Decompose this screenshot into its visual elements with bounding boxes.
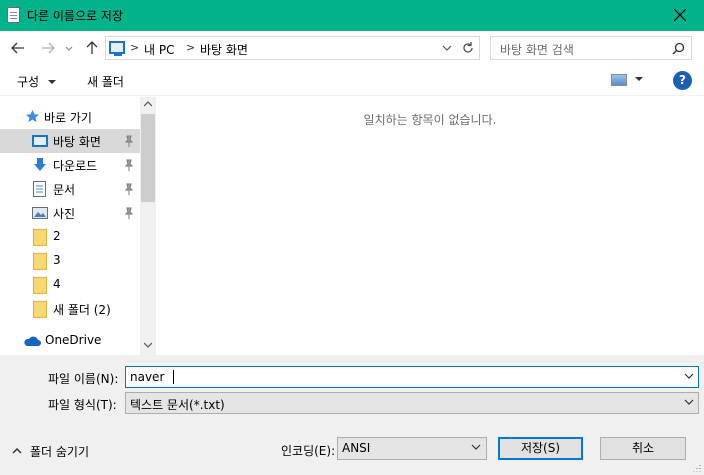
close-icon xyxy=(674,9,686,21)
sidebar-item-label: 바탕 화면 xyxy=(53,135,101,149)
encoding-value: ANSI xyxy=(342,441,371,455)
encoding-select[interactable]: ANSI xyxy=(337,437,487,460)
star-icon xyxy=(26,110,39,123)
scrollbar-thumb[interactable] xyxy=(141,114,155,202)
sidebar-item-label: 4 xyxy=(53,277,61,291)
back-button[interactable] xyxy=(10,40,26,56)
title-bar: 다른 이름으로 저장 xyxy=(0,0,704,31)
text-caret xyxy=(173,370,174,384)
sidebar-item-label: 다운로드 xyxy=(53,159,98,173)
filetype-select[interactable]: 텍스트 문서(*.txt) xyxy=(125,392,699,414)
address-bar[interactable]: > 내 PC > 바탕 화면 xyxy=(105,36,480,60)
scroll-down-icon[interactable] xyxy=(144,342,152,348)
forward-button[interactable] xyxy=(40,40,56,56)
sidebar-item-quick-access[interactable]: 바로 가기 xyxy=(0,105,140,129)
up-button[interactable] xyxy=(84,40,100,56)
notepad-icon xyxy=(7,7,20,23)
organize-button[interactable]: 구성 xyxy=(17,73,57,90)
filename-input[interactable]: naver xyxy=(125,366,699,388)
scroll-up-icon[interactable] xyxy=(144,101,152,107)
desktop-icon xyxy=(32,135,48,147)
search-box[interactable]: 바탕 화면 검색 xyxy=(490,36,692,60)
pin-icon[interactable] xyxy=(124,183,134,195)
chevron-down-icon xyxy=(65,46,73,51)
arrow-left-icon xyxy=(11,42,24,54)
help-button[interactable]: ? xyxy=(673,71,692,90)
sidebar-item-label: OneDrive xyxy=(45,333,102,347)
window-title: 다른 이름으로 저장 xyxy=(27,9,123,23)
chevron-down-icon xyxy=(471,444,481,450)
cloud-icon xyxy=(24,336,41,346)
sidebar-item-label: 바로 가기 xyxy=(44,111,92,125)
cancel-button[interactable]: 취소 xyxy=(600,437,686,460)
breadcrumb-separator-icon[interactable]: > xyxy=(186,41,195,54)
folder-icon xyxy=(33,277,47,294)
sidebar-item-new-folder-2[interactable]: 새 폴더 (2) xyxy=(0,297,140,321)
sidebar-item-folder-2[interactable]: 2 xyxy=(0,225,140,249)
sidebar-item-label: 3 xyxy=(53,253,61,267)
sidebar-item-pictures[interactable]: 사진 xyxy=(0,201,140,225)
caret-down-icon xyxy=(47,80,56,84)
chevron-down-icon xyxy=(684,399,694,405)
search-placeholder: 바탕 화면 검색 xyxy=(500,43,574,57)
breadcrumb-this-pc[interactable]: 내 PC xyxy=(144,41,174,58)
folder-icon xyxy=(33,253,47,270)
refresh-icon[interactable] xyxy=(461,41,475,55)
sidebar-item-documents[interactable]: 문서 xyxy=(0,177,140,201)
breadcrumb-separator-icon[interactable]: > xyxy=(130,41,139,54)
filetype-label: 파일 형식(T): xyxy=(48,398,117,412)
recent-locations-button[interactable] xyxy=(64,40,80,56)
document-icon xyxy=(33,181,46,197)
navigation-pane: 바로 가기 바탕 화면 다운로드 문서 사진 2 3 4 새 폴더 (2) On… xyxy=(0,97,155,355)
download-icon xyxy=(34,158,46,171)
sidebar-item-label: 2 xyxy=(53,229,61,243)
sidebar-scrollbar[interactable] xyxy=(140,97,156,355)
sidebar-item-onedrive[interactable]: OneDrive xyxy=(0,329,140,353)
chevron-up-icon xyxy=(12,447,22,454)
chevron-down-icon[interactable] xyxy=(441,41,453,55)
arrow-up-icon xyxy=(86,41,98,54)
breadcrumb-desktop[interactable]: 바탕 화면 xyxy=(200,41,248,58)
folder-icon xyxy=(33,229,47,246)
sidebar-item-downloads[interactable]: 다운로드 xyxy=(0,153,140,177)
new-folder-button[interactable]: 새 폴더 xyxy=(87,73,124,90)
folder-icon xyxy=(33,301,47,318)
view-options-icon[interactable] xyxy=(611,74,627,86)
sidebar-item-folder-4[interactable]: 4 xyxy=(0,273,140,297)
hide-folders-label: 폴더 숨기기 xyxy=(30,445,90,459)
filename-label: 파일 이름(N): xyxy=(48,372,119,386)
sidebar-item-folder-3[interactable]: 3 xyxy=(0,249,140,273)
encoding-label: 인코딩(E): xyxy=(281,444,336,458)
caret-down-icon[interactable] xyxy=(634,75,644,83)
sidebar-item-desktop[interactable]: 바탕 화면 xyxy=(0,129,140,153)
sidebar-item-label: 문서 xyxy=(53,183,76,197)
file-list[interactable]: 일치하는 항목이 없습니다. xyxy=(156,97,704,355)
sidebar-item-label: 사진 xyxy=(53,207,76,221)
pin-icon[interactable] xyxy=(124,135,134,147)
pin-icon[interactable] xyxy=(124,159,134,171)
filetype-value: 텍스트 문서(*.txt) xyxy=(130,398,225,412)
save-button[interactable]: 저장(S) xyxy=(498,437,583,460)
arrow-right-icon xyxy=(42,42,55,54)
this-pc-icon xyxy=(109,41,125,56)
empty-message: 일치하는 항목이 없습니다. xyxy=(363,113,497,127)
search-icon xyxy=(672,42,685,55)
pin-icon[interactable] xyxy=(124,207,134,219)
close-button[interactable] xyxy=(658,0,704,31)
sidebar-item-label: 새 폴더 (2) xyxy=(53,303,111,317)
filename-value: naver xyxy=(130,370,165,384)
organize-label: 구성 xyxy=(17,75,40,89)
chevron-down-icon[interactable] xyxy=(684,372,694,380)
command-bar: 구성 새 폴더 ? xyxy=(0,65,704,96)
picture-icon xyxy=(32,207,48,219)
resize-grip-icon[interactable] xyxy=(691,462,701,472)
